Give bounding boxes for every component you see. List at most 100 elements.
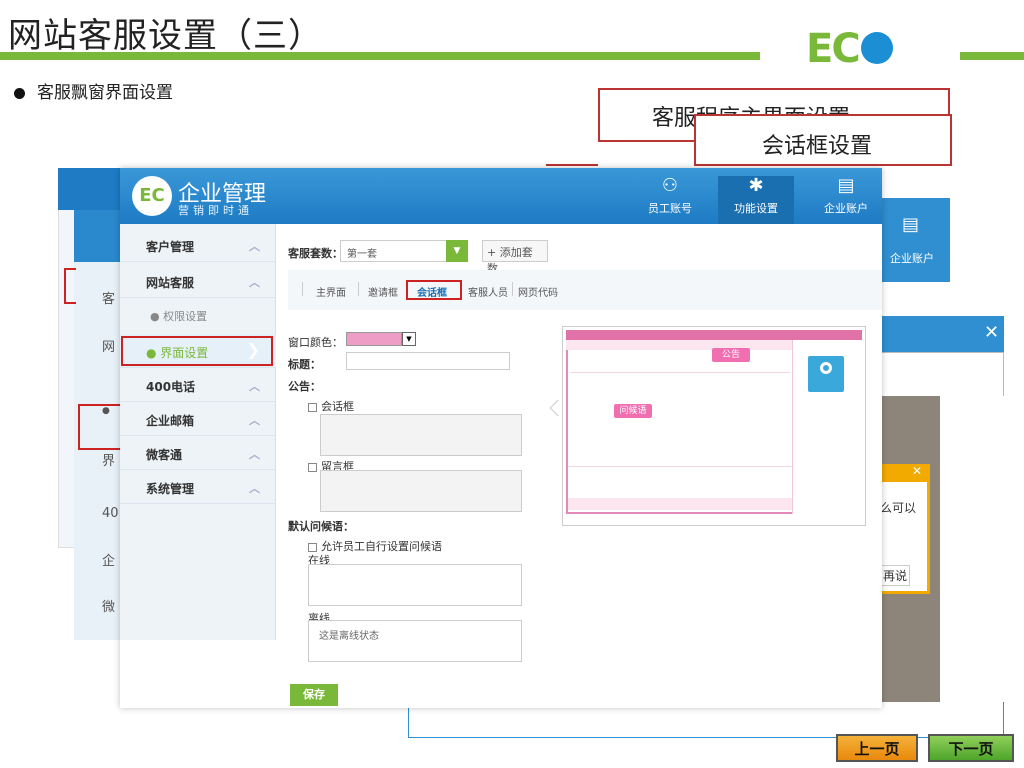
back-dialog-titlebar: ✕ xyxy=(880,316,1004,352)
close-icon[interactable]: ✕ xyxy=(984,322,999,343)
back-item: 客 xyxy=(102,292,116,307)
sidebar-item-label: 400电话 xyxy=(146,380,196,394)
popup-text: 么可以 xyxy=(880,501,917,515)
tab-webcode[interactable]: 网页代码 xyxy=(518,284,558,299)
offline-greeting-textarea[interactable]: 这是离线状态 xyxy=(308,620,522,662)
checkbox-icon xyxy=(308,462,317,472)
back-item: 网 xyxy=(102,340,116,355)
window-color-swatch[interactable] xyxy=(346,332,402,346)
back-item: 界 xyxy=(102,454,116,469)
tab-staff[interactable]: 客服人员 xyxy=(468,284,508,299)
sidebar-item-weiketong[interactable]: 微客通 ︿ xyxy=(120,436,276,470)
gear-icon: ✱ xyxy=(748,175,764,196)
sidebar-item-label: 客户管理 xyxy=(146,240,195,254)
session-notice-textarea[interactable] xyxy=(320,414,522,456)
account-card-icon: ▤ xyxy=(837,175,855,196)
nav-staff-accounts[interactable]: ⚇ 员工账号 xyxy=(632,176,708,216)
back-account-label: 企业账户 xyxy=(890,252,934,265)
chevron-up-icon: ︿ xyxy=(249,482,260,495)
set-count-label: 客服套数： xyxy=(288,247,343,260)
nav-enterprise-account[interactable]: ▤ 企业账户 xyxy=(808,176,884,216)
popup-button[interactable]: 再说 xyxy=(880,565,911,586)
back-dialog-panel xyxy=(940,396,1004,702)
notice-label: 公告： xyxy=(288,380,321,393)
preview-send-bar xyxy=(568,498,792,510)
back-item: 40 xyxy=(102,506,119,521)
nav-label: 功能设置 xyxy=(734,202,778,215)
online-greeting-textarea[interactable] xyxy=(308,564,522,606)
tab-divider xyxy=(302,282,303,296)
preview-avatar-icon xyxy=(808,356,844,392)
account-card-icon: ▤ xyxy=(902,214,920,235)
ec-logo-text: EC xyxy=(806,26,861,72)
next-page-button[interactable]: 下一页 xyxy=(928,734,1014,762)
bullet-item: 客服飘窗界面设置 xyxy=(14,78,173,103)
sidebar-item-label: 微客通 xyxy=(146,448,183,462)
back-window-1-header xyxy=(58,168,128,210)
add-set-button[interactable]: + 添加套数 xyxy=(482,240,548,275)
save-button[interactable]: 保存 xyxy=(290,684,338,706)
highlight-box xyxy=(64,268,76,304)
checkbox-icon xyxy=(308,542,317,552)
sidebar-item-web-service[interactable]: 网站客服 ︿ xyxy=(120,264,276,298)
highlight-box xyxy=(121,336,273,366)
callout-connector xyxy=(546,164,598,166)
title-label: 标题： xyxy=(288,358,321,371)
nav-label: 员工账号 xyxy=(648,202,692,215)
chevron-up-icon: ︿ xyxy=(249,448,260,461)
checkbox-icon xyxy=(308,402,317,412)
chevron-up-icon: ︿ xyxy=(249,276,260,289)
user-group-icon: ⚇ xyxy=(661,175,679,196)
avatar-head-icon xyxy=(820,362,832,374)
sidebar-item-label: 网站客服 xyxy=(146,276,195,290)
tab-main[interactable]: 主界面 xyxy=(316,284,346,299)
bullet-dot-icon xyxy=(14,88,25,99)
chevron-up-icon: ︿ xyxy=(249,380,260,393)
popup-header: ✕ xyxy=(880,464,930,482)
title-underline-right xyxy=(960,52,1024,60)
prev-page-button[interactable]: 上一页 xyxy=(836,734,918,762)
brand-subtitle: 营销即时通 xyxy=(178,204,253,217)
session-box-checkbox[interactable]: 会话框 xyxy=(308,398,354,414)
sidebar-item-label: 系统管理 xyxy=(146,482,195,496)
greeting-label: 默认问候语： xyxy=(288,520,354,533)
brand-logo-icon: EC xyxy=(132,176,172,216)
checkbox-label: 会话框 xyxy=(321,400,354,413)
message-notice-textarea[interactable] xyxy=(320,470,522,512)
offline-greeting-value: 这是离线状态 xyxy=(319,631,379,642)
tab-session[interactable]: 会话框 xyxy=(406,280,462,300)
bullet-text: 客服飘窗界面设置 xyxy=(37,83,173,103)
preview-titlebar xyxy=(566,330,862,340)
sidebar-item-customer[interactable]: 客户管理 ︿ xyxy=(120,228,276,262)
sidebar-item-email[interactable]: 企业邮箱 ︿ xyxy=(120,402,276,436)
sidebar-item-label: 企业邮箱 xyxy=(146,414,195,428)
callout-session-settings: 会话框设置 xyxy=(694,114,952,166)
ec-logo-circle xyxy=(860,32,893,64)
back-item: 企 xyxy=(102,554,116,569)
preview-notice-tag: 公告 xyxy=(712,348,750,362)
tab-divider xyxy=(512,282,513,296)
preview-greeting-tag: 问候语 xyxy=(614,404,652,418)
back-item: 微 xyxy=(102,600,116,615)
window-color-label: 窗口颜色： xyxy=(288,336,343,349)
ec-logo: EC xyxy=(806,26,893,72)
preview-divider xyxy=(570,372,790,373)
title-input[interactable] xyxy=(346,352,510,370)
nav-label: 企业账户 xyxy=(824,202,868,215)
close-icon[interactable]: ✕ xyxy=(912,464,922,478)
tab-divider xyxy=(358,282,359,296)
chevron-up-icon: ︿ xyxy=(249,414,260,427)
sidebar-item-400[interactable]: 400电话 ︿ xyxy=(120,368,276,402)
back-popup: 么可以 再说 xyxy=(880,464,930,594)
dropdown-arrow-icon[interactable]: ▼ xyxy=(402,332,416,346)
checkbox-label: 允许员工自行设置问候语 xyxy=(321,540,442,553)
title-underline xyxy=(0,52,760,60)
sidebar-subitem-permissions[interactable]: ● 权限设置 xyxy=(120,302,276,328)
slide-title: 网站客服设置（三） xyxy=(8,16,323,56)
back-account-nav[interactable]: ▤ xyxy=(880,198,950,282)
nav-function-settings[interactable]: ✱ 功能设置 xyxy=(718,176,794,224)
dropdown-arrow-icon[interactable]: ▼ xyxy=(446,240,468,262)
tab-invite[interactable]: 邀请框 xyxy=(368,284,398,299)
sidebar-item-system[interactable]: 系统管理 ︿ xyxy=(120,470,276,504)
preview-tabs xyxy=(566,340,792,350)
